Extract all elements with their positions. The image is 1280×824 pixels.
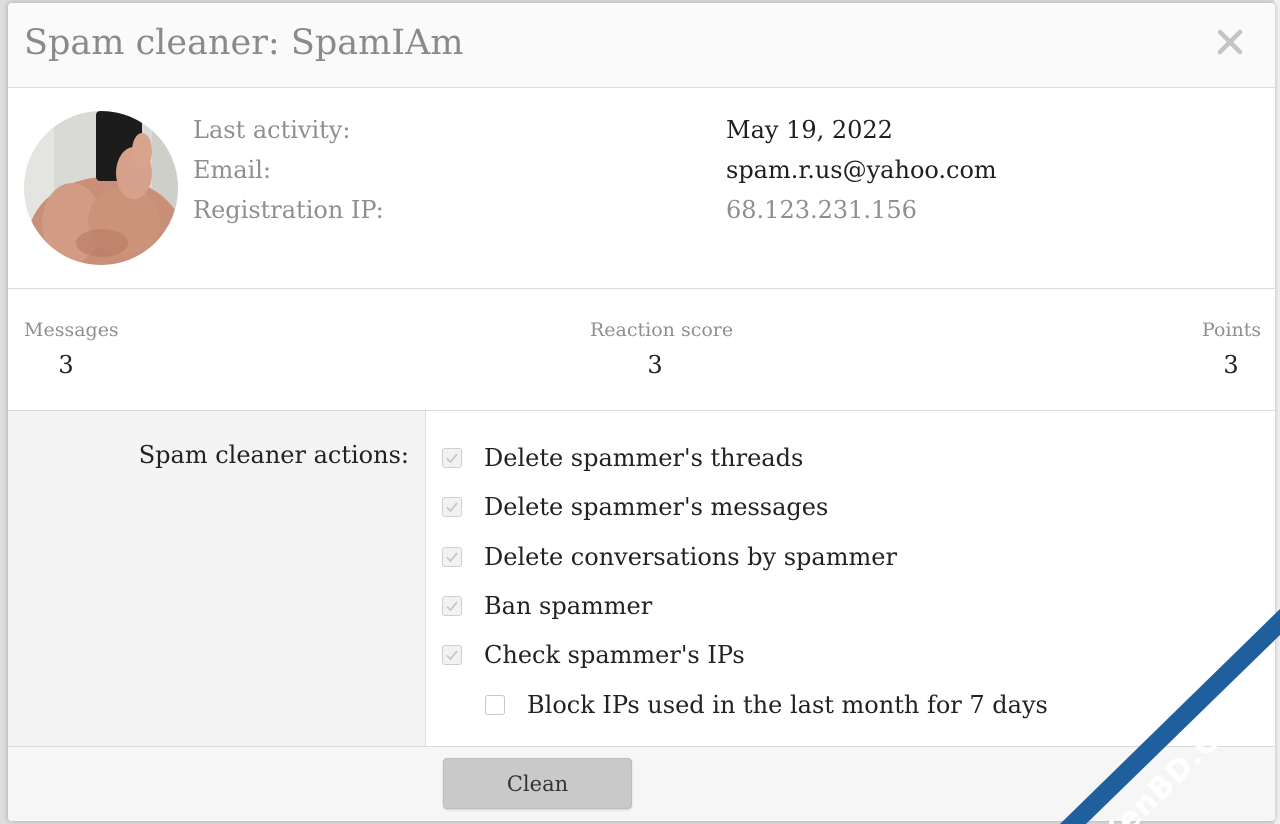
user-info-section: Last activity: May 19, 2022 Email: spam.… bbox=[8, 88, 1275, 289]
dialog-title: Spam cleaner: SpamIAm bbox=[24, 23, 464, 63]
reaction-score-stat-label: Reaction score bbox=[590, 319, 733, 341]
delete-conversations-checkbox[interactable] bbox=[442, 547, 462, 567]
stats-section: Messages 3 Reaction score 3 Points 3 bbox=[8, 289, 1275, 411]
email-label: Email: bbox=[193, 156, 271, 184]
registration-ip-link[interactable]: 68.123.231.156 bbox=[726, 196, 917, 224]
actions-title: Spam cleaner actions: bbox=[139, 441, 409, 469]
last-activity-label: Last activity: bbox=[193, 116, 350, 144]
checkmark-icon bbox=[445, 500, 459, 514]
checkmark-icon bbox=[445, 599, 459, 613]
delete-threads-checkbox[interactable] bbox=[442, 448, 462, 468]
last-activity-value: May 19, 2022 bbox=[726, 116, 893, 144]
points-stat-value: 3 bbox=[1211, 351, 1251, 379]
checkmark-icon bbox=[445, 550, 459, 564]
delete-conversations-label: Delete conversations by spammer bbox=[484, 543, 897, 571]
check-ips-checkbox[interactable] bbox=[442, 645, 462, 665]
checkmark-icon bbox=[445, 451, 459, 465]
ban-spammer-label: Ban spammer bbox=[484, 592, 652, 620]
action-delete-messages[interactable]: Delete spammer's messages bbox=[442, 492, 828, 522]
close-icon bbox=[1211, 23, 1249, 61]
avatar[interactable] bbox=[24, 111, 178, 265]
user-avatar-photo bbox=[24, 111, 178, 265]
delete-messages-label: Delete spammer's messages bbox=[484, 493, 828, 521]
delete-threads-label: Delete spammer's threads bbox=[484, 444, 803, 472]
action-delete-threads[interactable]: Delete spammer's threads bbox=[442, 443, 803, 473]
actions-label-column: Spam cleaner actions: bbox=[8, 411, 426, 746]
actions-section: Spam cleaner actions: Delete spammer's t… bbox=[8, 411, 1275, 746]
ban-spammer-checkbox[interactable] bbox=[442, 596, 462, 616]
email-value: spam.r.us@yahoo.com bbox=[726, 156, 997, 184]
dialog-footer: Clean bbox=[8, 746, 1275, 821]
action-ban-spammer[interactable]: Ban spammer bbox=[442, 591, 652, 621]
spam-cleaner-dialog: Spam cleaner: SpamIAm Last activ bbox=[8, 3, 1275, 821]
reaction-score-stat-value: 3 bbox=[635, 351, 675, 379]
registration-ip-label: Registration IP: bbox=[193, 196, 384, 224]
delete-messages-checkbox[interactable] bbox=[442, 497, 462, 517]
check-ips-label: Check spammer's IPs bbox=[484, 641, 745, 669]
messages-stat-label: Messages bbox=[24, 319, 119, 341]
clean-button[interactable]: Clean bbox=[443, 758, 632, 809]
close-button[interactable] bbox=[1211, 23, 1249, 61]
messages-stat-value: 3 bbox=[46, 351, 86, 379]
checkmark-icon bbox=[445, 648, 459, 662]
action-check-ips[interactable]: Check spammer's IPs bbox=[442, 640, 745, 670]
block-ips-checkbox[interactable] bbox=[485, 695, 505, 715]
points-stat-label: Points bbox=[1202, 319, 1261, 341]
block-ips-label: Block IPs used in the last month for 7 d… bbox=[527, 691, 1048, 719]
action-delete-conversations[interactable]: Delete conversations by spammer bbox=[442, 542, 897, 572]
action-block-ips[interactable]: Block IPs used in the last month for 7 d… bbox=[485, 690, 1048, 720]
dialog-header: Spam cleaner: SpamIAm bbox=[8, 3, 1275, 88]
